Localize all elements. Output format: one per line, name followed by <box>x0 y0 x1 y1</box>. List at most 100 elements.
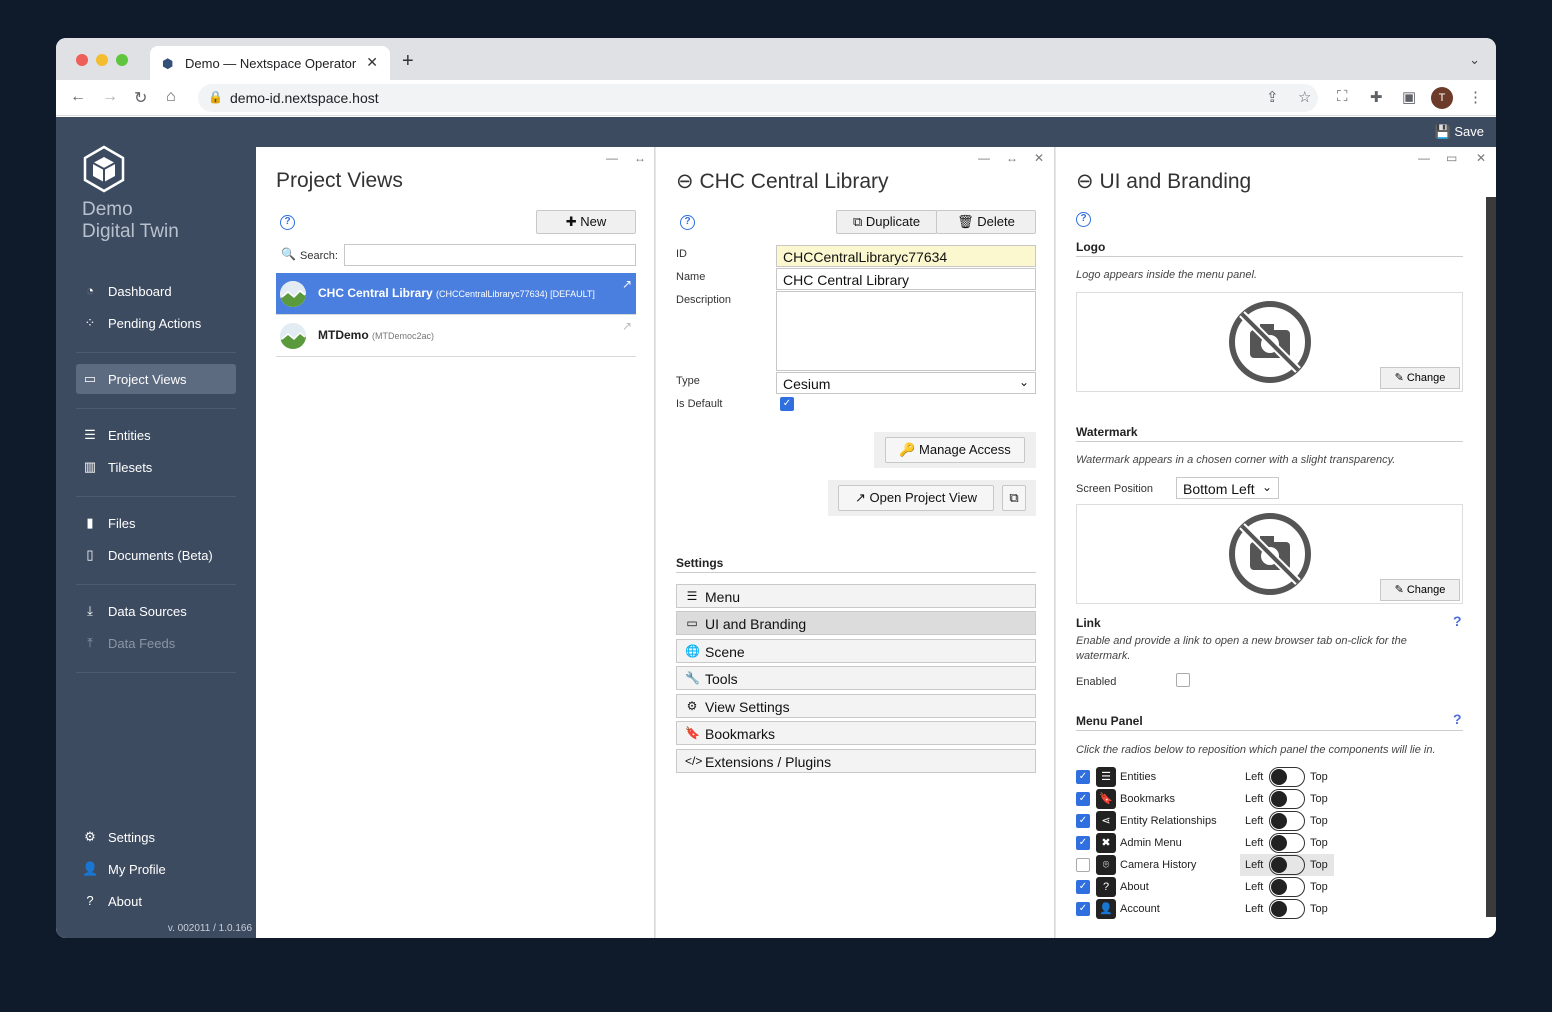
settings-item-extensions[interactable]: </> Extensions / Plugins <box>676 749 1036 773</box>
list-item[interactable]: CHC Central Library (CHCCentralLibraryc7… <box>276 273 636 315</box>
sidebar-item-documents[interactable]: ▯ Documents (Beta) <box>76 540 236 570</box>
close-panel-icon[interactable]: ✕ <box>1034 151 1044 165</box>
sidebar-item-entities[interactable]: ☰ Entities <box>76 420 236 450</box>
sidebar-item-settings[interactable]: ⚙ Settings <box>76 822 236 852</box>
sidebar-item-project-views[interactable]: ▭ Project Views <box>76 364 236 394</box>
link-enabled-checkbox[interactable] <box>1176 673 1190 687</box>
position-toggle[interactable] <box>1269 855 1305 875</box>
share-icon[interactable]: ⇪ <box>1266 88 1279 106</box>
help-icon[interactable]: ? <box>1076 212 1091 227</box>
minimize-panel-icon[interactable]: — <box>1418 151 1430 165</box>
admin-menu-checkbox[interactable]: ✓ <box>1076 836 1090 850</box>
about-checkbox[interactable]: ✓ <box>1076 880 1090 894</box>
maximize-window-button[interactable] <box>116 54 128 66</box>
camera-history-checkbox[interactable] <box>1076 858 1090 872</box>
help-question-icon[interactable]: ? <box>1453 613 1462 629</box>
settings-item-view-settings[interactable]: ⚙ View Settings <box>676 694 1036 718</box>
forward-icon[interactable]: → <box>102 88 118 106</box>
settings-item-tools[interactable]: 🔧 Tools <box>676 666 1036 690</box>
sidebar-item-data-sources[interactable]: ⤓ Data Sources <box>76 596 236 626</box>
account-checkbox[interactable]: ✓ <box>1076 902 1090 916</box>
project-view-detail-panel: — ↔ ✕ ⊖ CHC Central Library ? ⧉ Duplicat… <box>656 147 1055 938</box>
manage-access-button[interactable]: 🔑 Manage Access <box>885 437 1025 463</box>
description-textarea[interactable] <box>776 291 1036 371</box>
back-circle-icon[interactable]: ⊖ <box>1076 170 1094 193</box>
external-link-icon[interactable]: ↗ <box>622 319 632 333</box>
profile-avatar[interactable]: T <box>1431 87 1453 109</box>
home-icon[interactable]: ⌂ <box>166 88 176 106</box>
screen-position-select[interactable]: Bottom Left ⌄ <box>1176 477 1279 499</box>
scrollbar[interactable] <box>1486 197 1496 917</box>
side-panel-icon[interactable]: ▣ <box>1402 88 1416 106</box>
type-select[interactable]: Cesium ⌄ <box>776 372 1036 394</box>
back-icon[interactable]: ← <box>70 88 86 106</box>
item-name: CHC Central Library <box>318 286 433 300</box>
tab-search-chevron-icon[interactable]: ⌄ <box>1469 52 1480 68</box>
entity-relationships-checkbox[interactable]: ✓ <box>1076 814 1090 828</box>
menu-panel-row-camera-history: ⌾ Camera History Left Top <box>1076 854 1396 876</box>
browser-tab[interactable]: ⬢ Demo — Nextspace Operator ✕ <box>150 46 390 80</box>
minimize-panel-icon[interactable]: — <box>606 151 618 165</box>
browser-menu-icon[interactable]: ⋮ <box>1468 88 1483 106</box>
sidebar-item-tilesets[interactable]: ▥ Tilesets <box>76 452 236 482</box>
resize-panel-icon[interactable]: ↔ <box>634 151 646 165</box>
position-toggle[interactable] <box>1269 767 1305 787</box>
open-project-view-button[interactable]: ↗ Open Project View <box>838 485 994 511</box>
divider <box>76 408 236 409</box>
settings-item-bookmarks[interactable]: 🔖 Bookmarks <box>676 721 1036 745</box>
id-label: ID <box>676 248 687 260</box>
extensions-icon[interactable]: ✚ <box>1370 88 1383 106</box>
entities-checkbox[interactable]: ✓ <box>1076 770 1090 784</box>
search-input[interactable] <box>344 244 636 266</box>
id-field[interactable]: CHCCentralLibraryc77634 <box>776 245 1036 267</box>
change-watermark-button[interactable]: ✎ Change <box>1380 579 1460 601</box>
close-tab-icon[interactable]: ✕ <box>366 54 378 71</box>
close-window-button[interactable] <box>76 54 88 66</box>
delete-button[interactable]: 🗑 Delete <box>936 210 1036 234</box>
external-link-icon[interactable]: ↗ <box>622 277 632 291</box>
settings-item-menu[interactable]: ☰ Menu <box>676 584 1036 608</box>
screenshot-icon[interactable]: ⛶ <box>1337 88 1348 105</box>
sidebar-item-data-feeds[interactable]: ⤒ Data Feeds <box>76 628 236 658</box>
copy-link-button[interactable]: ⧉ <box>1002 485 1026 511</box>
new-tab-icon[interactable]: + <box>402 50 414 73</box>
sidebar-item-my-profile[interactable]: 👤 My Profile <box>76 854 236 884</box>
help-icon[interactable]: ? <box>280 215 295 230</box>
minimize-window-button[interactable] <box>96 54 108 66</box>
position-toggle[interactable] <box>1269 789 1305 809</box>
share-nodes-icon: ⋖ <box>1096 811 1116 831</box>
sidebar-item-about[interactable]: ? About <box>76 886 236 916</box>
back-circle-icon[interactable]: ⊖ <box>676 170 694 193</box>
name-field[interactable]: CHC Central Library <box>776 268 1036 290</box>
watermark-preview: ✎ Change <box>1076 504 1463 604</box>
is-default-checkbox[interactable]: ✓ <box>780 397 794 411</box>
new-project-view-button[interactable]: ✚ New <box>536 210 636 234</box>
top-label: Top <box>1310 793 1328 805</box>
help-question-icon[interactable]: ? <box>1453 711 1462 727</box>
sidebar-item-files[interactable]: ▮ Files <box>76 508 236 538</box>
position-toggle[interactable] <box>1269 833 1305 853</box>
position-toggle[interactable] <box>1269 811 1305 831</box>
sidebar: Demo Digital Twin ◔ Dashboard ⁘ Pending … <box>56 117 256 938</box>
minimize-panel-icon[interactable]: — <box>978 151 990 165</box>
bookmark-star-icon[interactable]: ☆ <box>1298 88 1311 106</box>
key-icon: 🔑 <box>899 442 916 457</box>
close-panel-icon[interactable]: ✕ <box>1476 151 1486 165</box>
position-toggle[interactable] <box>1269 877 1305 897</box>
bookmarks-checkbox[interactable]: ✓ <box>1076 792 1090 806</box>
sidebar-item-pending-actions[interactable]: ⁘ Pending Actions <box>76 308 236 338</box>
position-toggle[interactable] <box>1269 899 1305 919</box>
sidebar-item-dashboard[interactable]: ◔ Dashboard <box>76 276 236 306</box>
change-logo-button[interactable]: ✎ Change <box>1380 367 1460 389</box>
settings-item-ui-branding[interactable]: ▭ UI and Branding <box>676 611 1036 635</box>
save-button[interactable]: 💾 Save <box>1435 124 1484 140</box>
resize-panel-icon[interactable]: ↔ <box>1006 151 1018 165</box>
help-icon[interactable]: ? <box>680 215 695 230</box>
reload-icon[interactable]: ↻ <box>134 88 147 108</box>
url-bar[interactable]: 🔒 demo-id.nextspace.host <box>198 84 1318 112</box>
list-item[interactable]: MTDemo (MTDemoc2ac) ↗ <box>276 315 636 357</box>
maximize-panel-icon[interactable]: ▭ <box>1446 151 1457 165</box>
duplicate-button[interactable]: ⧉ Duplicate <box>836 210 937 234</box>
settings-item-scene[interactable]: 🌐 Scene <box>676 639 1036 663</box>
open-project-view-label: Open Project View <box>869 490 977 505</box>
